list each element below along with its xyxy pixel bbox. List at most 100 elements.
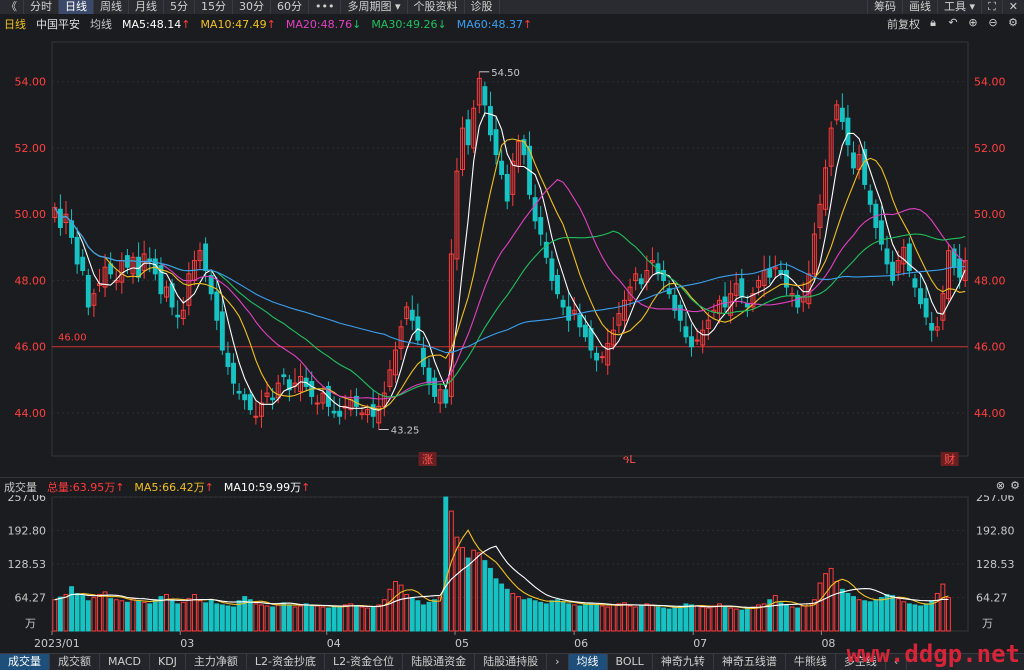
- volume-bar: [186, 598, 192, 632]
- price-tick-left: 48.00: [15, 274, 47, 287]
- candle-body: [884, 248, 890, 265]
- close-icon[interactable]: ✕: [1001, 0, 1024, 14]
- price-tick-left: 44.00: [15, 407, 47, 420]
- ma-label[interactable]: 均线: [90, 16, 112, 32]
- zoom-in-icon[interactable]: ⊕: [966, 16, 980, 32]
- ma30-value: MA30:49.26↓: [371, 17, 447, 31]
- volume-bar: [594, 604, 600, 632]
- indicator-tab-12[interactable]: 神奇九转: [653, 654, 714, 670]
- indicator-tab-7[interactable]: 陆股通资金: [403, 654, 476, 670]
- period-tab-4[interactable]: 5分: [164, 0, 195, 14]
- period-tab-10[interactable]: 个股资料: [408, 0, 465, 14]
- candle-body: [370, 404, 376, 417]
- indicator-tab-2[interactable]: MACD: [100, 654, 150, 670]
- candle-body: [493, 129, 499, 156]
- volume-bar: [158, 596, 164, 632]
- high-label: 54.50: [491, 68, 520, 79]
- volume-bar: [800, 605, 806, 632]
- period-tabs: 分时 日线 周线 月线 5分 15分 30分 60分 ••• 多周期图 ▾ 个股资料 诊股: [24, 0, 500, 14]
- period-tab-1[interactable]: 日线: [59, 0, 94, 14]
- adjust-toggle[interactable]: 前复权: [887, 16, 920, 32]
- candle-body: [270, 397, 276, 401]
- volume-settings-icon[interactable]: ⚙: [1010, 479, 1020, 492]
- period-tab-7[interactable]: 60分: [271, 0, 309, 14]
- price-tick-right: 48.00: [974, 274, 1006, 287]
- indicator-tab-0[interactable]: 成交量: [0, 654, 50, 670]
- ma30-down-arrow-icon: ↓: [437, 17, 447, 31]
- ref-line-label: 46.00: [58, 333, 87, 344]
- ma5-up-arrow-icon: ↑: [181, 17, 191, 31]
- volume-bar: [884, 594, 890, 632]
- volume-bar: [353, 605, 359, 632]
- volume-bar: [275, 603, 281, 632]
- candle-body: [487, 106, 493, 136]
- indicator-tab-13[interactable]: 神奇五线谱: [714, 654, 786, 670]
- period-tab-0[interactable]: 分时: [24, 0, 59, 14]
- candle-body: [851, 152, 856, 169]
- lock-icon[interactable]: 🔒︎: [926, 16, 940, 32]
- volume-close-icon[interactable]: ⊗: [996, 479, 1005, 492]
- candle-body: [80, 256, 86, 272]
- zoom-out-icon[interactable]: ⊖: [986, 16, 1000, 32]
- tools-button[interactable]: 工具 ▾: [937, 0, 981, 14]
- volume-bar: [80, 595, 86, 632]
- period-tab-11[interactable]: 诊股: [465, 0, 500, 14]
- volume-bar: [124, 601, 130, 632]
- period-tab-3[interactable]: 月线: [129, 0, 164, 14]
- volume-bar: [845, 592, 851, 632]
- period-tab-6[interactable]: 30分: [233, 0, 271, 14]
- period-tab-8[interactable]: •••: [309, 0, 342, 14]
- candle-body: [242, 394, 248, 401]
- volume-bar: [778, 602, 784, 632]
- settings-gear-icon[interactable]: ⚙: [1006, 16, 1020, 32]
- ma5-value: MA5:48.14↑: [122, 17, 191, 31]
- period-tab-2[interactable]: 周线: [94, 0, 129, 14]
- volume-bar: [622, 602, 627, 632]
- volume-tick-right: 192.80: [976, 524, 1015, 537]
- candle-body: [683, 326, 689, 338]
- candle-body: [231, 362, 236, 384]
- vol-ma10-up-arrow-icon: ↑: [301, 481, 311, 494]
- undo-icon[interactable]: ↶: [946, 16, 960, 32]
- volume-bar: [705, 607, 711, 632]
- collapse-left-icon[interactable]: 《: [0, 0, 24, 14]
- indicator-tab-10[interactable]: 均线: [568, 654, 608, 670]
- indicator-tab-4[interactable]: 主力净额: [186, 654, 247, 670]
- candle-body: [532, 197, 538, 222]
- fullscreen-icon[interactable]: ⛶: [981, 0, 1002, 14]
- volume-bar: [348, 603, 354, 632]
- indicator-tab-11[interactable]: BOLL: [608, 654, 653, 670]
- volume-bar: [560, 601, 566, 632]
- indicator-tab-9[interactable]: ›: [547, 654, 569, 670]
- candle-body: [923, 298, 929, 318]
- volume-bar: [460, 547, 465, 632]
- volume-bar: [387, 588, 393, 632]
- draw-line-button[interactable]: 画线: [902, 0, 937, 14]
- indicator-tab-3[interactable]: KDJ: [150, 654, 186, 670]
- indicator-tab-5[interactable]: L2-资金抄底: [247, 654, 326, 670]
- period-label: 日线: [4, 18, 26, 31]
- volume-bar: [649, 604, 655, 632]
- volume-bar: [633, 606, 639, 632]
- x-label: 05: [455, 637, 469, 650]
- volume-tick-left: 64.27: [15, 591, 47, 604]
- volume-bar: [85, 600, 91, 632]
- total-up-arrow-icon: ↑: [115, 481, 125, 494]
- indicator-tab-14[interactable]: 牛熊线: [786, 654, 836, 670]
- candle-body: [337, 410, 343, 417]
- volume-chart[interactable]: 257.06 257.06 192.80 192.80 128.53 128.53 64.2…: [0, 495, 1024, 653]
- volume-bar: [728, 607, 734, 632]
- indicator-tab-1[interactable]: 成交额: [50, 654, 100, 670]
- period-tab-9[interactable]: 多周期图 ▾: [341, 0, 408, 14]
- volume-bar: [577, 605, 583, 632]
- period-tab-5[interactable]: 15分: [195, 0, 233, 14]
- price-chart[interactable]: 54.00 54.00 52.00 52.00 50.00 50.00 48.00 48.00…: [0, 34, 1024, 474]
- volume-bar: [677, 605, 683, 632]
- chips-button[interactable]: 筹码: [867, 0, 902, 14]
- indicator-tab-6[interactable]: L2-资金仓位: [325, 654, 404, 670]
- volume-bar: [236, 600, 242, 632]
- candle-body: [767, 268, 773, 278]
- candle-body: [549, 258, 555, 281]
- indicator-tab-8[interactable]: 陆股通持股: [475, 654, 548, 670]
- volume-bar: [795, 607, 801, 632]
